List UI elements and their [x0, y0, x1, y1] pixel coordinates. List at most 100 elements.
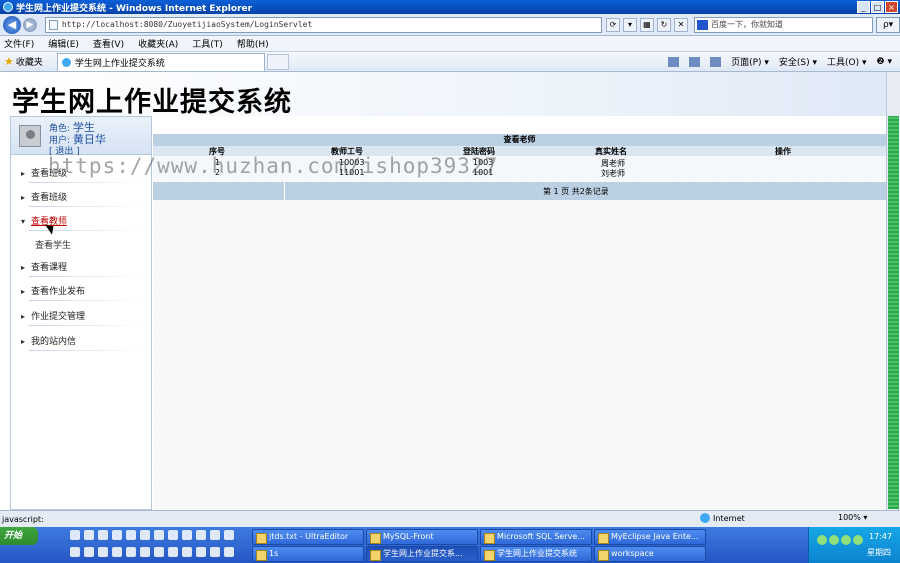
- tray-icon[interactable]: [817, 535, 827, 545]
- quick-launch-icon[interactable]: [140, 530, 150, 540]
- quick-launch-icon[interactable]: [126, 547, 136, 557]
- compat-view-icon[interactable]: ⟳: [605, 17, 620, 32]
- taskbar-item-sql-server[interactable]: Microsoft SQL Serve...: [480, 529, 592, 545]
- taskbar-item-mysql-front[interactable]: MySQL-Front: [366, 529, 478, 545]
- refresh-icon[interactable]: ↻: [656, 17, 671, 32]
- search-placeholder: 百度一下，你就知道: [710, 19, 783, 29]
- rss-icon[interactable]: ▦: [639, 17, 654, 32]
- menu-edit[interactable]: 编辑(E): [48, 37, 79, 50]
- quick-launch-icon[interactable]: [98, 547, 108, 557]
- sidebar-item-messages[interactable]: 我的站内信: [21, 335, 143, 351]
- new-tab-button[interactable]: [266, 53, 289, 70]
- quick-launch-icon[interactable]: [126, 530, 136, 540]
- quick-launch-icon[interactable]: [196, 530, 206, 540]
- quick-launch-icon[interactable]: [168, 530, 178, 540]
- avatar: [19, 125, 41, 147]
- search-button[interactable]: ρ▾: [876, 16, 900, 33]
- logout-link[interactable]: [ 退出 ]: [49, 144, 80, 157]
- taskbar-item-ie-active[interactable]: 学生网上作业提交系...: [366, 546, 478, 562]
- clock[interactable]: 17:47: [869, 532, 892, 541]
- close-button[interactable]: ×: [885, 1, 898, 13]
- baidu-icon: [696, 19, 708, 30]
- print-icon[interactable]: [710, 56, 722, 67]
- cell-password: 1001: [473, 168, 494, 177]
- favorites-label: 收藏夹: [15, 58, 43, 68]
- forward-button[interactable]: ▶: [22, 17, 37, 32]
- zoom-control[interactable]: 100% ▾: [838, 513, 867, 522]
- menu-favorites[interactable]: 收藏夹(A): [138, 37, 178, 50]
- menu-help[interactable]: 帮助(H): [237, 37, 269, 50]
- quick-launch-icon[interactable]: [154, 530, 164, 540]
- quick-launch-icon[interactable]: [210, 530, 220, 540]
- cell-password: 1003: [473, 158, 494, 167]
- cmd-tools[interactable]: 工具(O) ▾: [827, 55, 867, 68]
- tray-icon[interactable]: [841, 535, 851, 545]
- col-index: 序号: [209, 147, 225, 156]
- page-icon: [48, 19, 58, 30]
- taskbar-item-workspace[interactable]: workspace: [594, 546, 706, 562]
- quick-launch-icon[interactable]: [224, 530, 234, 540]
- sidebar-item-view-teacher[interactable]: 查看教师: [21, 215, 143, 231]
- quick-launch-icon[interactable]: [84, 530, 94, 540]
- quick-launch-icon[interactable]: [70, 530, 80, 540]
- stop-icon[interactable]: ✕: [673, 17, 688, 32]
- quick-launch-icon[interactable]: [112, 547, 122, 557]
- cell-real-name: 刘老师: [601, 169, 625, 178]
- taskbar-item-myeclipse[interactable]: MyEclipse Java Ente...: [594, 529, 706, 545]
- sidebar-item-label: 作业提交管理: [31, 312, 86, 322]
- dropdown-icon[interactable]: ▾: [622, 17, 637, 32]
- taskbar: 开始 jtds.txt - UltraEditor MySQL-Front Mi…: [0, 527, 900, 563]
- quick-launch-icon[interactable]: [196, 547, 206, 557]
- home-icon[interactable]: [668, 56, 680, 67]
- window-title: 学生网上作业提交系统 - Windows Internet Explorer: [16, 3, 253, 14]
- quick-launch-icon[interactable]: [140, 547, 150, 557]
- cell-teacher-id: 11001: [339, 168, 365, 177]
- quick-launch-icon[interactable]: [154, 547, 164, 557]
- quick-launch-icon[interactable]: [224, 547, 234, 557]
- quick-launch-icon[interactable]: [98, 530, 108, 540]
- start-button[interactable]: 开始: [0, 527, 38, 545]
- quick-launch-icon[interactable]: [168, 547, 178, 557]
- sidebar-item-view-homework[interactable]: 查看作业发布: [21, 285, 143, 301]
- page-scrollbar[interactable]: [886, 72, 900, 510]
- favorites-button[interactable]: ★ 收藏夹: [0, 55, 43, 68]
- cmd-page[interactable]: 页面(P) ▾: [731, 55, 769, 68]
- sidebar-item-view-class-2[interactable]: 查看班级: [21, 191, 143, 207]
- tab-current[interactable]: 学生网上作业提交系统: [56, 52, 265, 71]
- command-bar: 页面(P) ▾ 安全(S) ▾ 工具(O) ▾ ❷ ▾: [668, 55, 900, 68]
- address-input[interactable]: http://localhost:8080/ZuoyetijiaoSystem/…: [44, 16, 602, 33]
- menu-bar: 文件(F) 编辑(E) 查看(V) 收藏夹(A) 工具(T) 帮助(H): [0, 36, 900, 52]
- minimize-button[interactable]: _: [857, 1, 870, 13]
- sidebar-item-label: 查看班级: [31, 193, 68, 203]
- cmd-help[interactable]: ❷ ▾: [877, 57, 892, 67]
- menu-view[interactable]: 查看(V): [93, 37, 124, 50]
- menu-tools[interactable]: 工具(T): [192, 37, 223, 50]
- quick-launch-icon[interactable]: [70, 547, 80, 557]
- sidebar-item-submit-manage[interactable]: 作业提交管理: [21, 310, 143, 326]
- sidebar-item-view-course[interactable]: 查看课程: [21, 261, 143, 277]
- cmd-safety[interactable]: 安全(S) ▾: [779, 55, 817, 68]
- taskbar-item-ultraeditor[interactable]: jtds.txt - UltraEditor: [252, 529, 364, 545]
- search-input[interactable]: 百度一下，你就知道: [693, 16, 874, 33]
- sidebar-subitem-view-student[interactable]: 查看学生: [35, 238, 71, 251]
- maximize-button[interactable]: □: [871, 1, 884, 13]
- quick-launch-icon[interactable]: [210, 547, 220, 557]
- back-button[interactable]: ◀: [3, 15, 21, 34]
- quick-launch-icon[interactable]: [182, 547, 192, 557]
- table-row: 2 11001 1001 刘老师: [153, 168, 886, 178]
- taskbar-item-folder-system[interactable]: 学生网上作业提交系统: [480, 546, 592, 562]
- address-toolbar: ◀ ▶ http://localhost:8080/ZuoyetijiaoSys…: [0, 14, 900, 36]
- table-title: 查看老师: [153, 134, 886, 146]
- tray-icon[interactable]: [829, 535, 839, 545]
- tray-icon[interactable]: [853, 535, 863, 545]
- tab-bar: ★ 收藏夹 学生网上作业提交系统 页面(P) ▾ 安全(S) ▾ 工具(O) ▾…: [0, 52, 900, 72]
- quick-launch-icon[interactable]: [84, 547, 94, 557]
- menu-file[interactable]: 文件(F): [4, 37, 34, 50]
- quick-launch-icon[interactable]: [182, 530, 192, 540]
- feeds-icon[interactable]: [689, 56, 701, 67]
- scrollbar-thumb[interactable]: [888, 116, 899, 509]
- taskbar-item-folder-1s[interactable]: 1s: [252, 546, 364, 562]
- sidebar-item-view-class-1[interactable]: 查看班级: [21, 167, 143, 183]
- tab-title: 学生网上作业提交系统: [74, 58, 165, 69]
- quick-launch-icon[interactable]: [112, 530, 122, 540]
